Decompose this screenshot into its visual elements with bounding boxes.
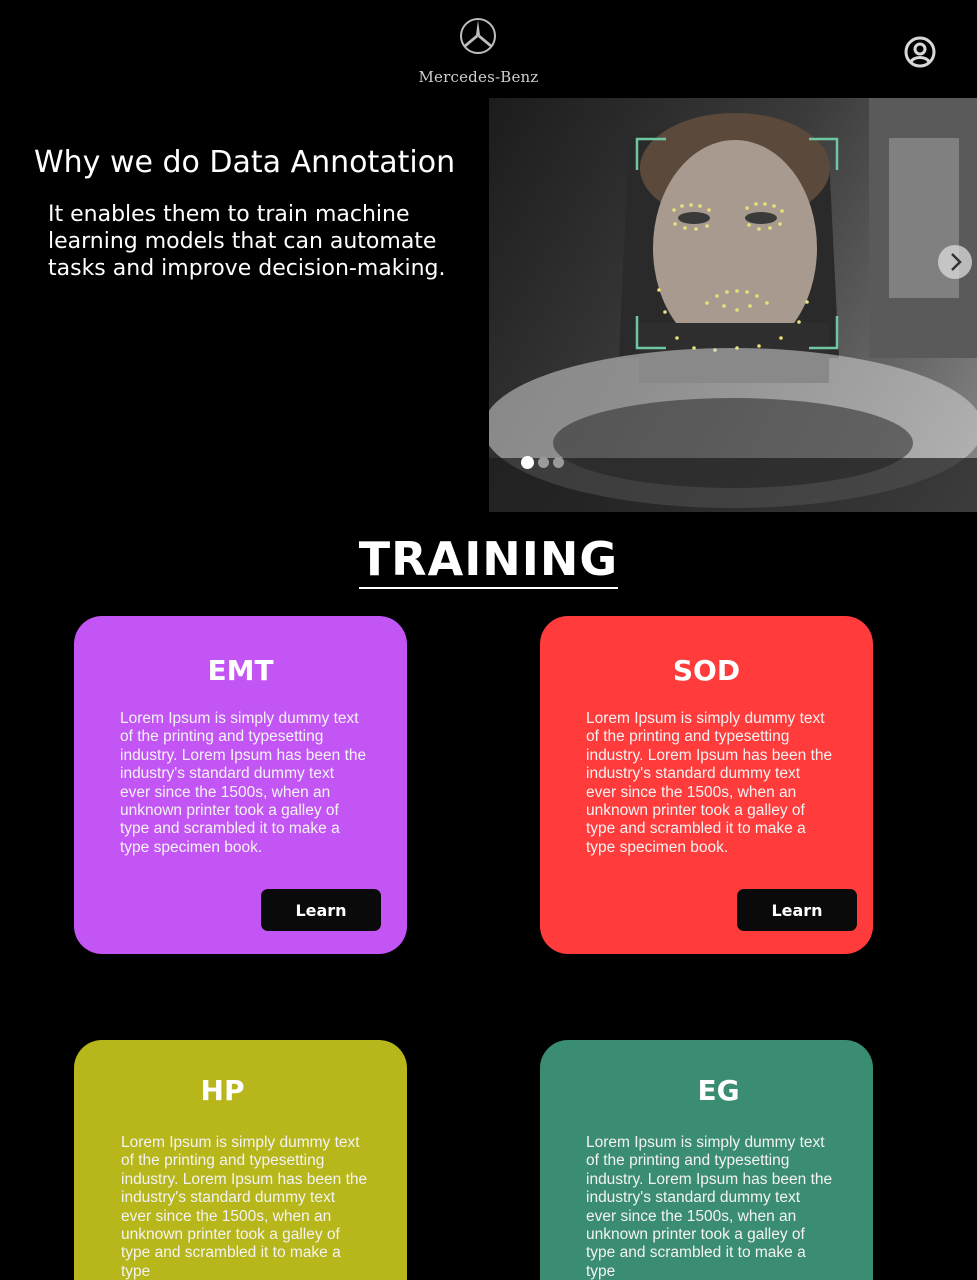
carousel-next-button[interactable] bbox=[938, 245, 972, 279]
page: Mercedes-Benz Why we do Data Annotation … bbox=[0, 0, 977, 1280]
carousel-dot-2[interactable] bbox=[538, 457, 549, 468]
brand-name[interactable]: Mercedes-Benz bbox=[400, 68, 557, 86]
learn-button-emt[interactable]: Learn bbox=[261, 889, 381, 931]
card-description: Lorem Ipsum is simply dummy text of the … bbox=[120, 710, 367, 856]
user-account-icon[interactable] bbox=[903, 35, 937, 69]
training-card-emt: EMT Lorem Ipsum is simply dummy text of … bbox=[74, 616, 407, 954]
training-card-hp: HP Lorem Ipsum is simply dummy text of t… bbox=[74, 1040, 407, 1280]
carousel-indicator bbox=[521, 456, 564, 469]
carousel-dot-1[interactable] bbox=[521, 456, 534, 469]
training-card-sod: SOD Lorem Ipsum is simply dummy text of … bbox=[540, 616, 873, 954]
card-description: Lorem Ipsum is simply dummy text of the … bbox=[121, 1134, 368, 1280]
card-title: SOD bbox=[672, 654, 741, 687]
hero-title: Why we do Data Annotation bbox=[34, 145, 456, 180]
card-title: HP bbox=[200, 1074, 245, 1107]
learn-button-sod[interactable]: Learn bbox=[737, 889, 857, 931]
card-description: Lorem Ipsum is simply dummy text of the … bbox=[586, 1134, 833, 1280]
card-title: EG bbox=[697, 1074, 740, 1107]
training-section-title: TRAINING bbox=[0, 532, 977, 589]
mercedes-star-icon[interactable] bbox=[459, 17, 497, 55]
hero-image-driver-face-tracking bbox=[489, 98, 977, 512]
card-description: Lorem Ipsum is simply dummy text of the … bbox=[586, 710, 833, 856]
card-title: EMT bbox=[207, 654, 274, 687]
chevron-right-icon bbox=[951, 253, 962, 271]
carousel-dot-3[interactable] bbox=[553, 457, 564, 468]
hero-body: It enables them to train machine learnin… bbox=[48, 202, 446, 281]
training-title-text: TRAINING bbox=[358, 532, 619, 589]
training-card-eg: EG Lorem Ipsum is simply dummy text of t… bbox=[540, 1040, 873, 1280]
